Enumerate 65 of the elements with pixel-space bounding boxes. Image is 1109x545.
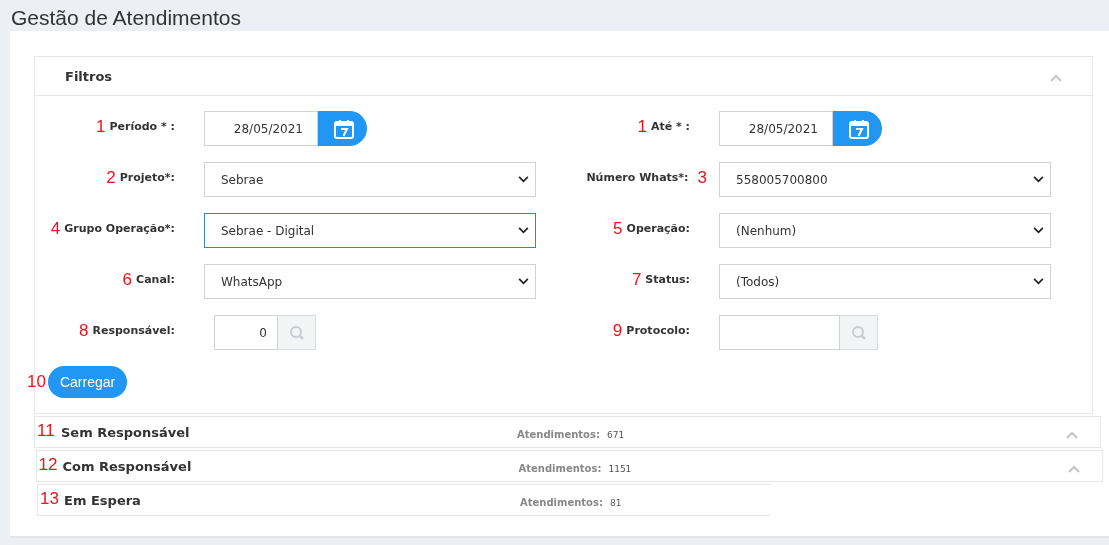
annotation-number: 11 [37,421,55,441]
panel-title: Em Espera [64,492,141,508]
input-field[interactable]: 0 [214,315,278,350]
field-label: Operação: [626,222,690,235]
annotation-number: 12 [38,455,58,475]
annotation-number: 8 [79,320,89,341]
field-label: Grupo Operação*: [64,222,175,235]
caret-icon [518,278,529,285]
dropdown[interactable]: (Nenhum) [719,213,1051,248]
annotation-number: 1 [637,116,647,137]
dropdown[interactable]: WhatsApp [204,264,536,299]
annotation-number: 13 [40,489,59,509]
date-field[interactable]: 28/05/2021 [719,111,833,146]
result-panel[interactable]: 11 Sem Responsável Atendimentos: 671 [34,416,1101,448]
annotation-number: 1 [96,116,106,137]
caret-icon [518,176,529,183]
dropdown[interactable]: (Todos) [719,264,1051,299]
field-label: Até * : [650,120,690,133]
caret-icon [518,227,529,234]
dropdown[interactable]: Sebrae [204,162,536,197]
count-value: 1151 [608,464,632,474]
chevron-up-icon[interactable] [1050,74,1062,82]
caret-icon [1033,278,1044,285]
search-button[interactable] [840,315,878,350]
count-label: Atendimentos: [520,497,603,508]
field-label: Número Whats*: [586,171,689,184]
result-panel[interactable]: 13 Em Espera Atendimentos: 81 [37,484,770,516]
search-icon [850,324,867,341]
calendar-icon [332,117,355,140]
calendar-button[interactable] [833,111,882,146]
search-button[interactable] [278,315,316,350]
annotation-number: 3 [697,167,707,188]
search-icon [288,324,305,341]
annotation-number: 6 [122,269,133,290]
dropdown[interactable]: 558005700800 [719,162,1051,197]
field-label: Canal: [136,273,175,286]
field-label: Protocolo: [626,324,690,337]
chevron-up-icon[interactable] [1067,465,1080,473]
count-value: 81 [609,498,622,508]
annotation-number: 4 [50,218,61,239]
field-label: Responsável: [92,324,175,337]
field-label: Status: [645,273,690,286]
panel-title: Filtros [65,68,113,84]
page-title: Gestão de Atendimentos [10,5,242,31]
annotation-number: 2 [106,167,116,188]
count-value: 671 [606,430,625,440]
date-field[interactable]: 28/05/2021 [204,111,318,146]
calendar-button[interactable] [318,111,367,146]
result-panel[interactable]: 12 Com Responsável Atendimentos: 1151 [35,450,1103,482]
calendar-icon [847,117,870,140]
count-label: Atendimentos: [517,429,600,440]
chevron-up-icon[interactable] [1066,431,1078,439]
panel-title: Sem Responsável [61,424,190,440]
caret-icon [1033,176,1044,183]
annotation-number: 5 [613,218,623,239]
input-field[interactable] [719,315,840,350]
annotation-number: 7 [631,269,642,290]
caret-icon [1033,227,1044,234]
annotation-number: 10 [27,372,46,392]
dropdown[interactable]: Sebrae - Digital [204,213,536,248]
field-label: Projeto*: [119,171,175,184]
annotation-number: 9 [612,320,623,341]
field-label: Período * : [109,120,175,133]
panel-title: Com Responsável [62,458,192,474]
count-label: Atendimentos: [518,463,602,474]
